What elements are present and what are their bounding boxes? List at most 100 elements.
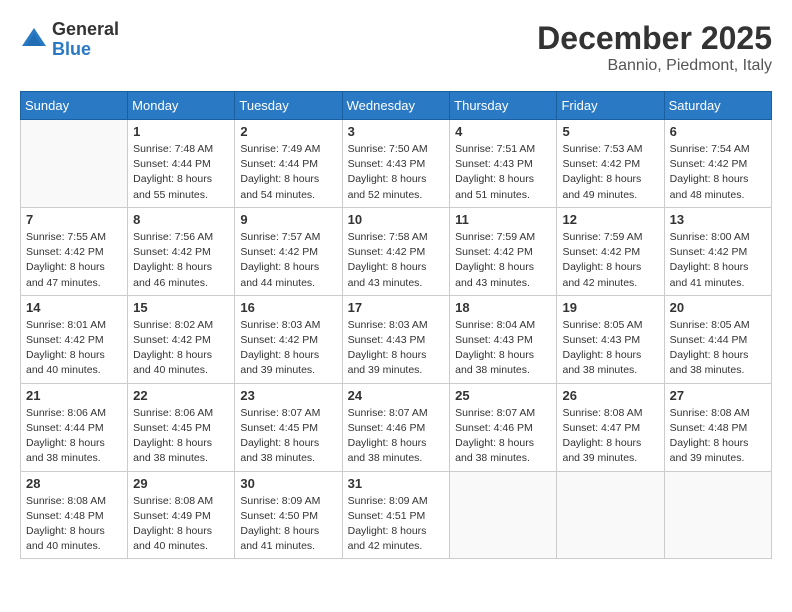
col-header-sunday: Sunday xyxy=(21,92,128,120)
calendar-cell: 27 Sunrise: 8:08 AM Sunset: 4:48 PM Dayli… xyxy=(664,383,771,471)
day-info: Sunrise: 8:02 AM Sunset: 4:42 PM Dayligh… xyxy=(133,318,229,379)
day-info: Sunrise: 7:54 AM Sunset: 4:42 PM Dayligh… xyxy=(670,142,766,203)
day-number: 1 xyxy=(133,124,229,139)
day-info: Sunrise: 8:03 AM Sunset: 4:42 PM Dayligh… xyxy=(240,318,336,379)
calendar-cell xyxy=(664,471,771,559)
calendar-cell: 5 Sunrise: 7:53 AM Sunset: 4:42 PM Daylig… xyxy=(557,120,664,208)
calendar-cell: 3 Sunrise: 7:50 AM Sunset: 4:43 PM Daylig… xyxy=(342,120,450,208)
day-number: 18 xyxy=(455,300,551,315)
calendar-cell: 15 Sunrise: 8:02 AM Sunset: 4:42 PM Dayli… xyxy=(128,295,235,383)
col-header-thursday: Thursday xyxy=(450,92,557,120)
day-info: Sunrise: 8:06 AM Sunset: 4:44 PM Dayligh… xyxy=(26,406,122,467)
day-info: Sunrise: 8:04 AM Sunset: 4:43 PM Dayligh… xyxy=(455,318,551,379)
day-info: Sunrise: 8:03 AM Sunset: 4:43 PM Dayligh… xyxy=(348,318,445,379)
day-number: 27 xyxy=(670,388,766,403)
calendar-cell: 25 Sunrise: 8:07 AM Sunset: 4:46 PM Dayli… xyxy=(450,383,557,471)
logo-blue-text: Blue xyxy=(52,40,119,60)
calendar-table: SundayMondayTuesdayWednesdayThursdayFrid… xyxy=(20,91,772,559)
week-row-5: 28Sunrise: 8:08 AM Sunset: 4:48 PM Dayli… xyxy=(21,471,772,559)
day-number: 11 xyxy=(455,212,551,227)
calendar-cell: 28Sunrise: 8:08 AM Sunset: 4:48 PM Dayli… xyxy=(21,471,128,559)
day-info: Sunrise: 8:07 AM Sunset: 4:46 PM Dayligh… xyxy=(455,406,551,467)
day-info: Sunrise: 7:48 AM Sunset: 4:44 PM Dayligh… xyxy=(133,142,229,203)
day-number: 30 xyxy=(240,476,336,491)
calendar-cell: 18 Sunrise: 8:04 AM Sunset: 4:43 PM Dayli… xyxy=(450,295,557,383)
day-info: Sunrise: 8:07 AM Sunset: 4:46 PM Dayligh… xyxy=(348,406,445,467)
day-info: Sunrise: 8:07 AM Sunset: 4:45 PM Dayligh… xyxy=(240,406,336,467)
col-header-saturday: Saturday xyxy=(664,92,771,120)
day-info: Sunrise: 8:05 AM Sunset: 4:44 PM Dayligh… xyxy=(670,318,766,379)
page-header: General Blue December 2025 Bannio, Piedm… xyxy=(20,20,772,75)
day-number: 17 xyxy=(348,300,445,315)
day-number: 22 xyxy=(133,388,229,403)
calendar-cell: 31 Sunrise: 8:09 AM Sunset: 4:51 PM Dayli… xyxy=(342,471,450,559)
day-number: 29 xyxy=(133,476,229,491)
day-number: 15 xyxy=(133,300,229,315)
calendar-cell: 9Sunrise: 7:57 AM Sunset: 4:42 PM Daylig… xyxy=(235,207,342,295)
month-title: December 2025 xyxy=(537,20,772,57)
day-info: Sunrise: 7:57 AM Sunset: 4:42 PM Dayligh… xyxy=(240,230,336,291)
calendar-header-row: SundayMondayTuesdayWednesdayThursdayFrid… xyxy=(21,92,772,120)
day-number: 13 xyxy=(670,212,766,227)
day-info: Sunrise: 7:51 AM Sunset: 4:43 PM Dayligh… xyxy=(455,142,551,203)
calendar-cell: 21 Sunrise: 8:06 AM Sunset: 4:44 PM Dayli… xyxy=(21,383,128,471)
day-number: 31 xyxy=(348,476,445,491)
week-row-2: 7Sunrise: 7:55 AM Sunset: 4:42 PM Daylig… xyxy=(21,207,772,295)
calendar-cell xyxy=(450,471,557,559)
calendar-cell: 2Sunrise: 7:49 AM Sunset: 4:44 PM Daylig… xyxy=(235,120,342,208)
week-row-1: 1 Sunrise: 7:48 AM Sunset: 4:44 PM Daylig… xyxy=(21,120,772,208)
day-info: Sunrise: 7:53 AM Sunset: 4:42 PM Dayligh… xyxy=(562,142,658,203)
calendar-cell: 30 Sunrise: 8:09 AM Sunset: 4:50 PM Dayli… xyxy=(235,471,342,559)
day-info: Sunrise: 8:08 AM Sunset: 4:49 PM Dayligh… xyxy=(133,494,229,555)
day-info: Sunrise: 8:05 AM Sunset: 4:43 PM Dayligh… xyxy=(562,318,658,379)
day-number: 5 xyxy=(562,124,658,139)
day-number: 23 xyxy=(240,388,336,403)
calendar-cell: 17 Sunrise: 8:03 AM Sunset: 4:43 PM Dayli… xyxy=(342,295,450,383)
col-header-friday: Friday xyxy=(557,92,664,120)
day-number: 21 xyxy=(26,388,122,403)
col-header-wednesday: Wednesday xyxy=(342,92,450,120)
day-number: 25 xyxy=(455,388,551,403)
day-info: Sunrise: 8:08 AM Sunset: 4:48 PM Dayligh… xyxy=(26,494,122,555)
calendar-cell: 24 Sunrise: 8:07 AM Sunset: 4:46 PM Dayli… xyxy=(342,383,450,471)
calendar-cell: 14 Sunrise: 8:01 AM Sunset: 4:42 PM Dayli… xyxy=(21,295,128,383)
day-info: Sunrise: 8:00 AM Sunset: 4:42 PM Dayligh… xyxy=(670,230,766,291)
day-info: Sunrise: 7:56 AM Sunset: 4:42 PM Dayligh… xyxy=(133,230,229,291)
calendar-cell: 13 Sunrise: 8:00 AM Sunset: 4:42 PM Dayli… xyxy=(664,207,771,295)
logo-general-text: General xyxy=(52,20,119,40)
day-info: Sunrise: 8:09 AM Sunset: 4:51 PM Dayligh… xyxy=(348,494,445,555)
calendar-cell xyxy=(557,471,664,559)
day-number: 7 xyxy=(26,212,122,227)
day-number: 20 xyxy=(670,300,766,315)
title-section: December 2025 Bannio, Piedmont, Italy xyxy=(537,20,772,75)
calendar-cell: 20 Sunrise: 8:05 AM Sunset: 4:44 PM Dayli… xyxy=(664,295,771,383)
calendar-cell: 4Sunrise: 7:51 AM Sunset: 4:43 PM Daylig… xyxy=(450,120,557,208)
day-info: Sunrise: 7:59 AM Sunset: 4:42 PM Dayligh… xyxy=(455,230,551,291)
day-info: Sunrise: 7:50 AM Sunset: 4:43 PM Dayligh… xyxy=(348,142,445,203)
day-info: Sunrise: 8:01 AM Sunset: 4:42 PM Dayligh… xyxy=(26,318,122,379)
day-number: 16 xyxy=(240,300,336,315)
day-number: 14 xyxy=(26,300,122,315)
day-info: Sunrise: 7:58 AM Sunset: 4:42 PM Dayligh… xyxy=(348,230,445,291)
calendar-cell: 8Sunrise: 7:56 AM Sunset: 4:42 PM Daylig… xyxy=(128,207,235,295)
day-info: Sunrise: 8:09 AM Sunset: 4:50 PM Dayligh… xyxy=(240,494,336,555)
day-number: 26 xyxy=(562,388,658,403)
week-row-3: 14 Sunrise: 8:01 AM Sunset: 4:42 PM Dayli… xyxy=(21,295,772,383)
day-number: 3 xyxy=(348,124,445,139)
logo-icon xyxy=(20,26,48,54)
logo: General Blue xyxy=(20,20,119,60)
col-header-monday: Monday xyxy=(128,92,235,120)
logo-text: General Blue xyxy=(52,20,119,60)
calendar-cell: 16 Sunrise: 8:03 AM Sunset: 4:42 PM Dayli… xyxy=(235,295,342,383)
calendar-cell: 23 Sunrise: 8:07 AM Sunset: 4:45 PM Dayli… xyxy=(235,383,342,471)
col-header-tuesday: Tuesday xyxy=(235,92,342,120)
day-info: Sunrise: 8:08 AM Sunset: 4:48 PM Dayligh… xyxy=(670,406,766,467)
calendar-cell: 12Sunrise: 7:59 AM Sunset: 4:42 PM Dayli… xyxy=(557,207,664,295)
day-number: 2 xyxy=(240,124,336,139)
day-number: 19 xyxy=(562,300,658,315)
calendar-cell: 22 Sunrise: 8:06 AM Sunset: 4:45 PM Dayli… xyxy=(128,383,235,471)
day-info: Sunrise: 8:06 AM Sunset: 4:45 PM Dayligh… xyxy=(133,406,229,467)
location: Bannio, Piedmont, Italy xyxy=(537,57,772,75)
day-number: 24 xyxy=(348,388,445,403)
calendar-cell: 11 Sunrise: 7:59 AM Sunset: 4:42 PM Dayli… xyxy=(450,207,557,295)
